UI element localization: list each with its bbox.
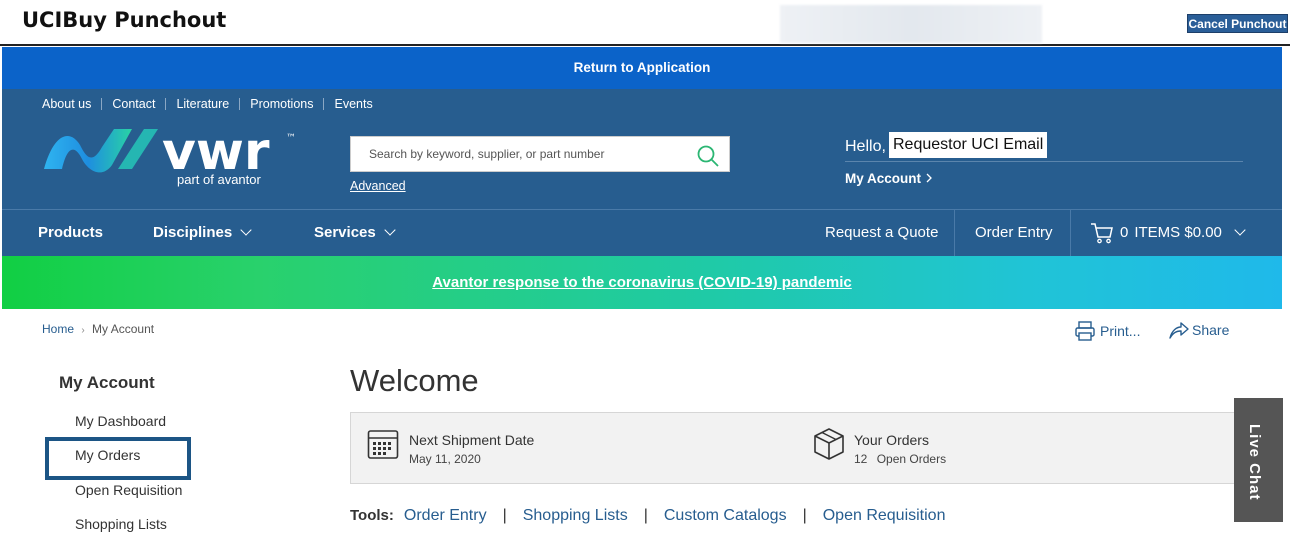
svg-text:vwr: vwr xyxy=(162,125,270,175)
package-icon xyxy=(814,428,844,460)
share-label: Share xyxy=(1192,322,1230,338)
return-to-application-button[interactable]: Return to Application xyxy=(2,47,1282,89)
tools-separator: | xyxy=(643,507,648,524)
my-account-link[interactable]: My Account xyxy=(845,171,933,186)
nav-divider xyxy=(1070,210,1071,256)
open-orders-number: 12 xyxy=(854,452,868,466)
user-name-box: Requestor UCI Email xyxy=(889,132,1047,158)
your-orders-label: Your Orders xyxy=(854,432,929,448)
punchout-title: UCIBuy Punchout xyxy=(22,8,227,32)
vwr-logo-mark-icon: vwr ™ xyxy=(44,122,296,182)
account-divider xyxy=(845,161,1243,162)
search-icon[interactable] xyxy=(696,144,720,168)
sidebar-item-open-requisition[interactable]: Open Requisition xyxy=(75,482,182,498)
live-chat-button[interactable]: Live Chat xyxy=(1234,398,1283,522)
utility-links: About us Contact Literature Promotions E… xyxy=(42,98,383,111)
cart-total: ITEMS $0.00 xyxy=(1134,224,1222,241)
nav-divider xyxy=(954,210,955,256)
cart-icon xyxy=(1091,223,1113,244)
chevron-right-icon xyxy=(926,173,932,183)
share-button[interactable]: Share xyxy=(1168,320,1229,340)
nav-services-label: Services xyxy=(314,224,376,241)
search-box xyxy=(350,136,730,172)
covid-link[interactable]: Avantor response to the coronavirus (COV… xyxy=(432,274,852,291)
sidebar-item-shopping-lists[interactable]: Shopping Lists xyxy=(75,516,167,532)
nav-request-quote[interactable]: Request a Quote xyxy=(825,210,938,256)
printer-icon xyxy=(1075,321,1095,341)
punchout-topbar: UCIBuy Punchout Cancel Punchout xyxy=(0,0,1290,46)
next-shipment-label: Next Shipment Date xyxy=(409,432,535,448)
open-orders-count[interactable]: 12 Open Orders xyxy=(854,452,946,466)
nav-order-entry[interactable]: Order Entry xyxy=(975,210,1053,256)
breadcrumb-current: My Account xyxy=(92,322,155,336)
utility-link-events[interactable]: Events xyxy=(323,98,382,110)
next-shipment-date: May 11, 2020 xyxy=(409,452,481,466)
breadcrumb-home[interactable]: Home xyxy=(42,322,74,336)
chevron-down-icon xyxy=(240,224,252,236)
greeting-text: Hello, xyxy=(845,138,886,155)
cart-count: 0 xyxy=(1120,224,1129,241)
main-nav: Products Disciplines Services Request a … xyxy=(2,209,1282,256)
live-chat-label: Live Chat xyxy=(1246,424,1263,501)
vwr-logo[interactable]: vwr ™ xyxy=(40,122,310,195)
tools-link-shopping-lists[interactable]: Shopping Lists xyxy=(523,507,628,525)
nav-products[interactable]: Products xyxy=(38,210,103,256)
chevron-down-icon xyxy=(1234,224,1246,236)
nav-services[interactable]: Services xyxy=(314,210,396,256)
tools-separator: | xyxy=(802,507,807,524)
tools-link-open-requisition[interactable]: Open Requisition xyxy=(823,507,946,525)
utility-link-about[interactable]: About us xyxy=(42,98,101,111)
svg-text:™: ™ xyxy=(286,133,296,144)
advanced-search-link[interactable]: Advanced xyxy=(350,179,406,193)
breadcrumb: Home › My Account xyxy=(42,322,154,336)
sidebar-title: My Account xyxy=(59,373,155,392)
utility-link-literature[interactable]: Literature xyxy=(165,98,239,110)
chevron-down-icon xyxy=(384,224,396,236)
my-account-label: My Account xyxy=(845,171,922,186)
summary-panel: Next Shipment Date May 11, 2020 Your Ord… xyxy=(350,412,1257,484)
print-button[interactable]: Print... xyxy=(1074,320,1140,342)
open-orders-text: Open Orders xyxy=(876,452,947,466)
cart-button[interactable]: 0 ITEMS $0.00 xyxy=(1090,210,1246,256)
tools-link-custom-catalogs[interactable]: Custom Catalogs xyxy=(664,507,787,525)
blurred-region xyxy=(780,5,1042,43)
tools-label: Tools: xyxy=(350,507,394,524)
tools-link-order-entry[interactable]: Order Entry xyxy=(404,507,487,525)
tools-separator: | xyxy=(502,507,507,524)
cancel-punchout-button[interactable]: Cancel Punchout xyxy=(1187,14,1288,33)
share-icon xyxy=(1169,322,1189,339)
utility-link-contact[interactable]: Contact xyxy=(101,98,165,110)
utility-link-promotions[interactable]: Promotions xyxy=(239,98,323,110)
print-label: Print... xyxy=(1100,323,1141,339)
tools-bar: Tools: Order Entry | Shopping Lists | Cu… xyxy=(350,507,945,525)
logo-tagline: part of avantor xyxy=(177,172,261,187)
page-title: Welcome xyxy=(350,363,479,398)
search-input[interactable] xyxy=(369,137,689,171)
site-header: About us Contact Literature Promotions E… xyxy=(2,89,1282,209)
nav-disciplines[interactable]: Disciplines xyxy=(153,210,252,256)
calendar-icon xyxy=(367,430,399,459)
breadcrumb-separator: › xyxy=(81,325,85,336)
sidebar-item-my-orders[interactable]: My Orders xyxy=(75,447,140,463)
covid-banner: Avantor response to the coronavirus (COV… xyxy=(2,256,1282,309)
nav-disciplines-label: Disciplines xyxy=(153,224,233,241)
sidebar-item-dashboard[interactable]: My Dashboard xyxy=(75,413,166,429)
